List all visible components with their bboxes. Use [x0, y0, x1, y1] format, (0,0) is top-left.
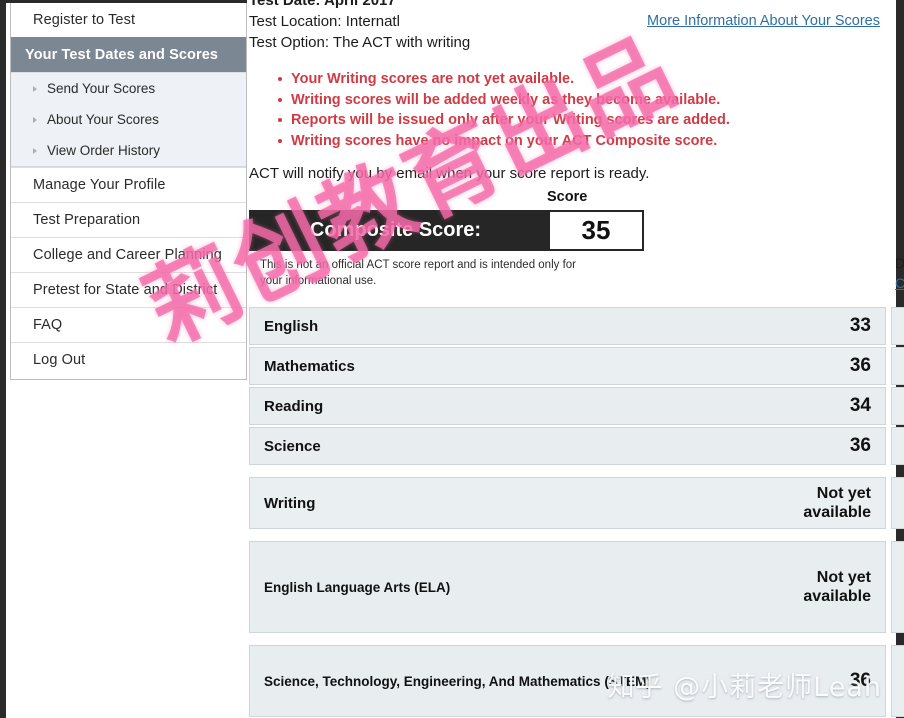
sidebar-item-manage-your-profile[interactable]: Manage Your Profile: [11, 167, 246, 202]
subject-score-table: English 33 Mathematics 36 Reading 34 Sci…: [249, 307, 886, 718]
subject-score: 34: [849, 395, 871, 416]
subject-name: Science, Technology, Engineering, And Ma…: [264, 673, 651, 689]
sidebar-item-label: Send Your Scores: [47, 81, 156, 96]
sidebar-item-label: Manage Your Profile: [33, 177, 166, 193]
sidebar-item-label: FAQ: [33, 317, 63, 333]
sidebar-item-register-to-test[interactable]: Register to Test: [11, 3, 246, 37]
subject-name: Science: [264, 437, 321, 455]
sidebar-item-faq[interactable]: FAQ: [11, 307, 246, 342]
table-row: English 33: [249, 307, 886, 345]
subject-name: Reading: [264, 397, 324, 415]
sidebar-item-label: Pretest for State and District: [33, 282, 218, 298]
alert-item: Writing scores will be added weekly as t…: [278, 90, 896, 111]
table-row: Mathematics 36: [249, 347, 886, 385]
table-row: Writing Not yet available: [249, 477, 886, 529]
writing-score-alerts: Your Writing scores are not yet availabl…: [247, 69, 896, 151]
composite-score-label: Composite Score:: [249, 210, 548, 251]
sidebar-item-test-preparation[interactable]: Test Preparation: [11, 202, 246, 237]
subject-score: 33: [849, 315, 871, 336]
sidebar-item-label: View Order History: [47, 143, 161, 158]
subject-name: English: [264, 317, 319, 335]
alert-item: Writing scores have no impact on your AC…: [278, 131, 896, 152]
test-option: Test Option: The ACT with writing: [249, 34, 471, 51]
benchmark-cell: ✓ Yes.: [891, 427, 904, 465]
window-frame-left: [0, 0, 6, 718]
benchmark-question-prefix: Does your score meet the: [895, 255, 904, 271]
sidebar-item-label: About Your Scores: [47, 112, 159, 127]
sidebar-item-log-out[interactable]: Log Out: [11, 342, 246, 377]
sidebar-item-send-your-scores[interactable]: Send Your Scores: [11, 73, 246, 104]
act-score-report-page: Register to Test Your Test Dates and Sco…: [0, 0, 904, 718]
sidebar-item-your-test-dates-and-scores[interactable]: Your Test Dates and Scores: [11, 37, 246, 72]
alert-item: Reports will be issued only after your W…: [278, 110, 896, 131]
subject-score: 36: [849, 355, 871, 376]
chevron-right-icon: [33, 116, 37, 123]
benchmark-cell-empty: [891, 477, 904, 529]
table-row: Science, Technology, Engineering, And Ma…: [249, 645, 886, 717]
disclaimer-text: This is not an official ACT score report…: [260, 259, 576, 287]
benchmark-question: Does your score meet the ACT College Rea…: [895, 253, 904, 293]
chevron-right-icon: [33, 147, 37, 154]
test-meta-block: Printer-friendly Version Test Date: Apri…: [247, 0, 896, 53]
chevron-right-icon: [33, 85, 37, 92]
sidebar-submenu: Send Your Scores About Your Scores View …: [11, 72, 246, 167]
main-content: Printer-friendly Version Test Date: Apri…: [247, 0, 904, 718]
score-column-header: Score: [547, 189, 588, 205]
table-row: English Language Arts (ELA) Not yet avai…: [249, 541, 886, 633]
benchmark-cell-ela: Learn more about your ELA score.: [891, 541, 904, 633]
subject-score: 36: [849, 670, 871, 691]
sidebar-item-view-order-history[interactable]: View Order History: [11, 135, 246, 166]
benchmark-cell: ✓ Yes.: [891, 387, 904, 425]
notify-text: ACT will notify you by email when your s…: [249, 165, 650, 182]
sidebar-nav: Register to Test Your Test Dates and Sco…: [10, 3, 247, 380]
benchmark-cell: ✓ Yes.: [891, 347, 904, 385]
more-information-about-your-scores-link[interactable]: More Information About Your Scores: [647, 13, 880, 29]
benchmark-cell: ✓ Yes.: [891, 307, 904, 345]
sidebar-item-label: Test Preparation: [33, 212, 141, 228]
benchmark-column: ✓ Yes. ✓ Yes. ✓ Yes. ✓ Yes. Learn more a…: [891, 307, 904, 718]
composite-score-row: Composite Score: 35: [249, 210, 644, 251]
subject-score: Not yet available: [803, 569, 871, 605]
sidebar-item-label: College and Career Planning: [33, 247, 222, 263]
test-date: Test Date: April 2017: [249, 0, 396, 9]
benchmark-cell: ✓ Yes.: [891, 645, 904, 717]
composite-score-value: 35: [548, 210, 644, 251]
alert-item: Your Writing scores are not yet availabl…: [278, 69, 896, 90]
sidebar-item-college-and-career-planning[interactable]: College and Career Planning: [11, 237, 246, 272]
sidebar-item-pretest-for-state-and-district[interactable]: Pretest for State and District: [11, 272, 246, 307]
subject-score: 36: [849, 435, 871, 456]
subject-name: English Language Arts (ELA): [264, 579, 451, 595]
sidebar-item-about-your-scores[interactable]: About Your Scores: [11, 104, 246, 135]
subject-name: Mathematics: [264, 357, 355, 375]
subject-name: Writing: [264, 494, 316, 512]
subject-score: Not yet available: [803, 485, 871, 521]
sidebar-item-label: Your Test Dates and Scores: [25, 47, 219, 63]
sidebar-item-label: Register to Test: [33, 12, 136, 28]
sidebar-item-label: Log Out: [33, 352, 86, 368]
table-row: Science 36: [249, 427, 886, 465]
table-row: Reading 34: [249, 387, 886, 425]
